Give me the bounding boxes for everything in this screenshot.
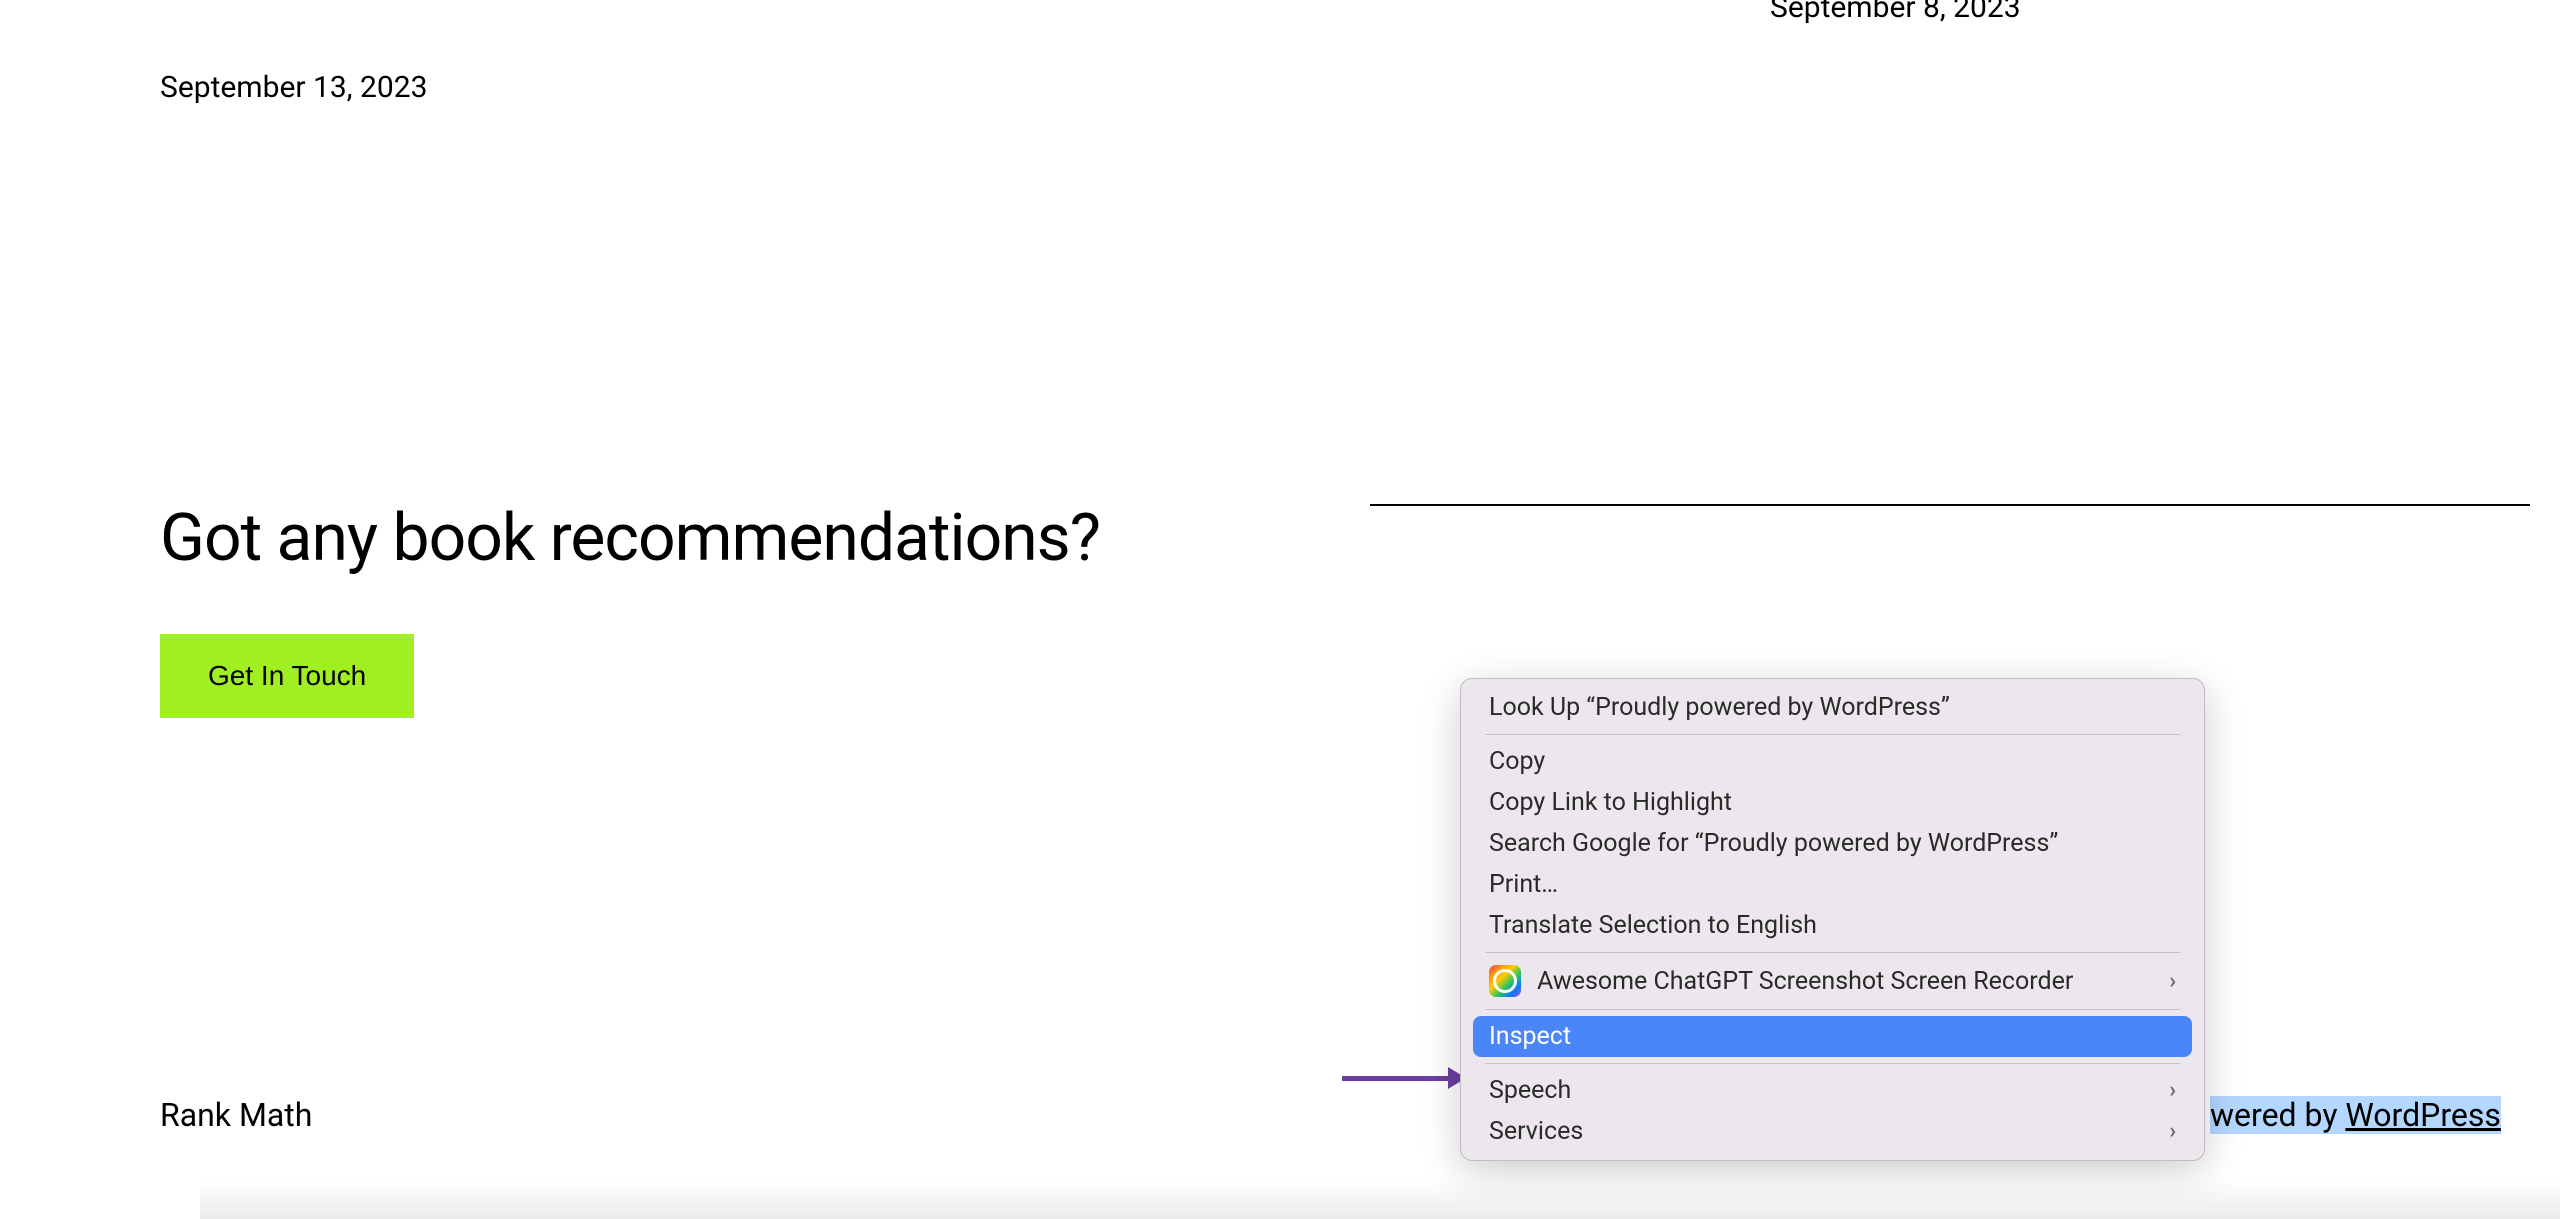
context-menu-services[interactable]: Services ›	[1461, 1111, 2204, 1152]
footer-site-title[interactable]: Rank Math	[160, 1096, 312, 1134]
wordpress-link[interactable]: WordPress	[2345, 1096, 2500, 1134]
context-menu-copy-label: Copy	[1489, 747, 1545, 776]
context-menu-print-label: Print…	[1489, 870, 1558, 899]
context-menu-separator-3	[1485, 1009, 2180, 1010]
chevron-right-icon: ›	[2169, 969, 2176, 994]
context-menu-search-google-label: Search Google for “Proudly powered by Wo…	[1489, 829, 2058, 858]
divider	[1370, 504, 2530, 506]
context-menu-translate-label: Translate Selection to English	[1489, 911, 1817, 940]
context-menu-screenshot[interactable]: Awesome ChatGPT Screenshot Screen Record…	[1461, 959, 2204, 1003]
context-menu: Look Up “Proudly powered by WordPress” C…	[1460, 678, 2205, 1161]
context-menu-copy-link[interactable]: Copy Link to Highlight	[1461, 782, 2204, 823]
get-in-touch-button[interactable]: Get In Touch	[160, 634, 414, 718]
bottom-shadow	[200, 1179, 2560, 1219]
context-menu-search-google[interactable]: Search Google for “Proudly powered by Wo…	[1461, 823, 2204, 864]
page-heading: Got any book recommendations?	[160, 500, 1100, 577]
context-menu-inspect-label: Inspect	[1489, 1022, 1571, 1051]
context-menu-copy-link-label: Copy Link to Highlight	[1489, 788, 1732, 817]
context-menu-speech-label: Speech	[1489, 1076, 1571, 1105]
context-menu-separator-2	[1485, 952, 2180, 953]
context-menu-print[interactable]: Print…	[1461, 864, 2204, 905]
post-date-left: September 13, 2023	[160, 70, 427, 105]
context-menu-separator	[1485, 734, 2180, 735]
chatgpt-extension-icon	[1489, 965, 1521, 997]
context-menu-copy[interactable]: Copy	[1461, 741, 2204, 782]
chevron-right-icon: ›	[2169, 1119, 2176, 1144]
post-date-right: September 8, 2023	[1770, 0, 2021, 25]
footer-credit-text: wered by	[2210, 1096, 2345, 1134]
context-menu-translate[interactable]: Translate Selection to English	[1461, 905, 2204, 946]
context-menu-speech[interactable]: Speech ›	[1461, 1070, 2204, 1111]
context-menu-lookup-label: Look Up “Proudly powered by WordPress”	[1489, 693, 1950, 722]
arrow-annotation	[1342, 1067, 1466, 1089]
chevron-right-icon: ›	[2169, 1078, 2176, 1103]
footer-credit: wered by WordPress	[2210, 1096, 2501, 1134]
context-menu-screenshot-label: Awesome ChatGPT Screenshot Screen Record…	[1537, 967, 2073, 996]
context-menu-services-label: Services	[1489, 1117, 1583, 1146]
context-menu-separator-4	[1485, 1063, 2180, 1064]
context-menu-lookup[interactable]: Look Up “Proudly powered by WordPress”	[1461, 687, 2204, 728]
context-menu-inspect[interactable]: Inspect	[1473, 1016, 2192, 1057]
